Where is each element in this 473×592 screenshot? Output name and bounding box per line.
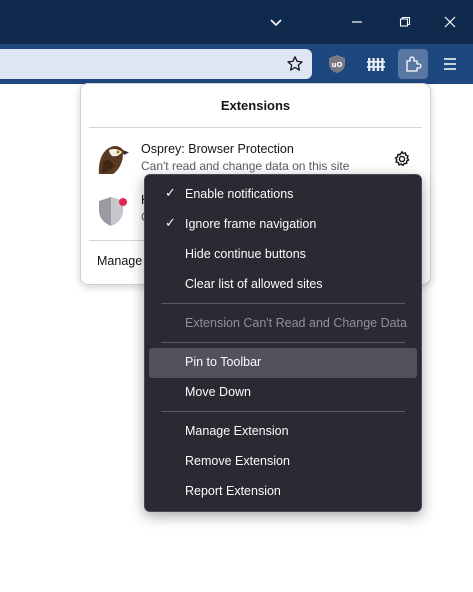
menu-item-remove-extension[interactable]: Remove Extension	[149, 447, 417, 477]
menu-item-label: Extension Can't Read and Change Data	[185, 316, 407, 330]
star-icon	[287, 56, 303, 71]
fence-icon	[367, 58, 385, 71]
menu-item-label: Enable notifications	[185, 187, 294, 201]
close-icon	[444, 16, 456, 28]
menu-item-manage-extension[interactable]: Manage Extension	[149, 417, 417, 447]
extension-permission-text: Can't read and change data on this site	[141, 159, 350, 173]
osprey-bird-icon	[98, 146, 129, 174]
menu-separator	[161, 411, 405, 412]
menu-item-ignore-frame-navigation[interactable]: ✓ Ignore frame navigation	[149, 210, 417, 240]
app-menu-button[interactable]	[435, 49, 465, 79]
navigation-toolbar: uO	[0, 44, 473, 84]
restore-button[interactable]	[383, 0, 427, 44]
bookmark-star-button[interactable]	[284, 53, 306, 75]
minimize-icon	[352, 21, 362, 23]
manage-extensions-button[interactable]: Manage	[97, 254, 142, 268]
menu-item-label: Move Down	[185, 385, 251, 399]
checkmark-icon: ✓	[165, 216, 176, 231]
menu-item-label: Remove Extension	[185, 454, 290, 468]
menu-item-clear-allowed-sites[interactable]: Clear list of allowed sites	[149, 270, 417, 300]
menu-item-label: Clear list of allowed sites	[185, 277, 323, 291]
close-button[interactable]	[428, 0, 472, 44]
menu-item-report-extension[interactable]: Report Extension	[149, 477, 417, 507]
extension-context-menu: ✓ Enable notifications ✓ Ignore frame na…	[144, 174, 422, 512]
menu-item-pin-to-toolbar[interactable]: Pin to Toolbar	[149, 348, 417, 378]
chevron-down-icon	[270, 19, 282, 27]
restore-icon	[399, 16, 411, 27]
menu-item-permission-status: Extension Can't Read and Change Data	[149, 309, 417, 339]
menu-item-label: Pin to Toolbar	[185, 355, 262, 369]
window-titlebar	[0, 0, 473, 44]
svg-text:uO: uO	[332, 61, 343, 69]
tab-list-button[interactable]	[254, 0, 298, 44]
extensions-button[interactable]	[398, 49, 428, 79]
extension-settings-button[interactable]	[391, 148, 413, 170]
menu-item-label: Hide continue buttons	[185, 247, 306, 261]
menu-item-label: Report Extension	[185, 484, 281, 498]
menu-item-move-down[interactable]: Move Down	[149, 378, 417, 408]
panel-title: Extensions	[220, 98, 291, 113]
gear-icon	[394, 150, 410, 167]
extension-name: Osprey: Browser Protection	[141, 142, 294, 156]
extension-item-osprey[interactable]: Osprey: Browser Protection Can't read an…	[91, 142, 421, 178]
menu-item-enable-notifications[interactable]: ✓ Enable notifications	[149, 180, 417, 210]
divider	[89, 127, 422, 128]
minimize-button[interactable]	[335, 0, 379, 44]
fence-extension-button[interactable]	[361, 49, 391, 79]
menu-item-label: Manage Extension	[185, 424, 289, 438]
menu-item-hide-continue-buttons[interactable]: Hide continue buttons	[149, 240, 417, 270]
ublock-origin-icon: uO	[329, 55, 345, 73]
menu-separator	[161, 303, 405, 304]
shield-icon	[99, 197, 127, 226]
ublock-origin-button[interactable]: uO	[322, 49, 352, 79]
checkmark-icon: ✓	[165, 186, 176, 201]
menu-item-label: Ignore frame navigation	[185, 217, 317, 231]
url-bar[interactable]	[0, 49, 312, 79]
hamburger-menu-icon	[444, 58, 456, 70]
puzzle-icon	[406, 56, 422, 72]
menu-separator	[161, 342, 405, 343]
